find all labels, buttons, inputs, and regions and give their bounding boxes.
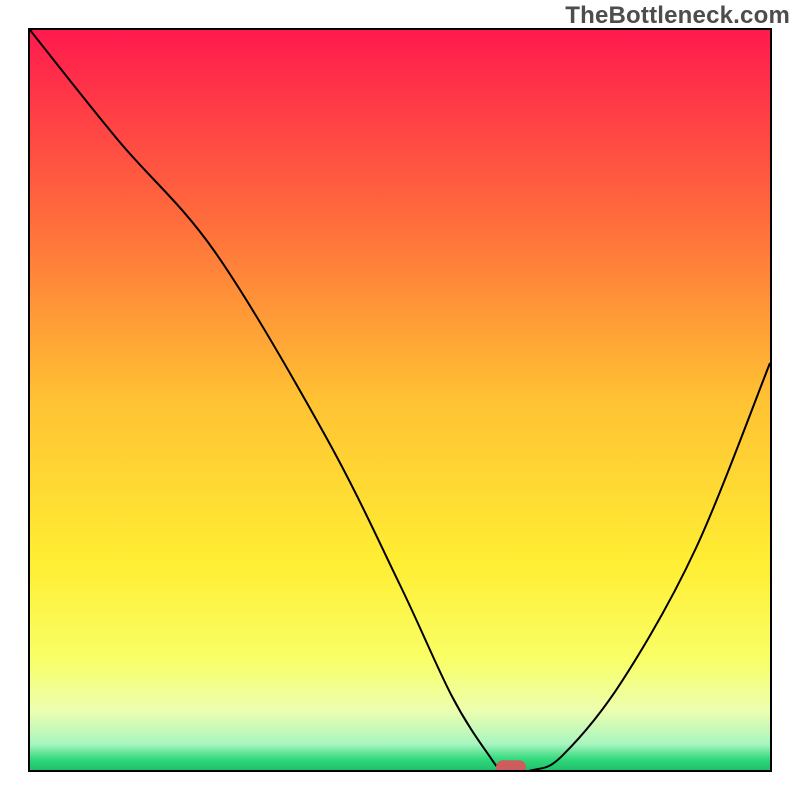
curve-layer xyxy=(30,30,770,770)
chart-frame: TheBottleneck.com xyxy=(0,0,800,800)
watermark-text: TheBottleneck.com xyxy=(565,2,790,30)
bottleneck-curve xyxy=(30,30,770,770)
plot-area xyxy=(28,28,772,772)
optimal-marker xyxy=(496,760,526,772)
